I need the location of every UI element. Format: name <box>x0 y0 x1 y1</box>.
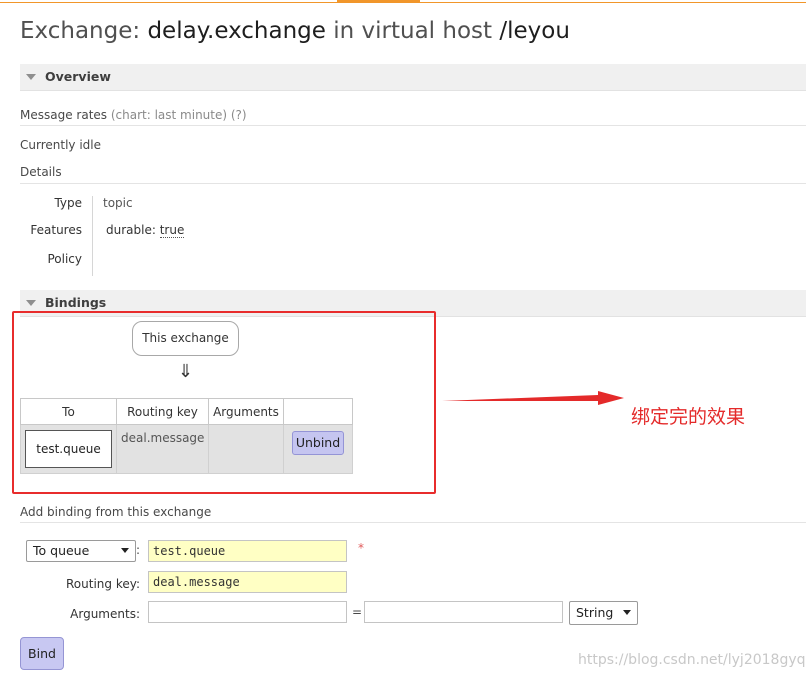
overview-section-title: Overview <box>45 69 111 84</box>
durable-value: true <box>159 223 185 238</box>
red-arrow-icon <box>442 391 624 405</box>
arguments-label: Arguments: <box>70 607 140 621</box>
argument-type-value: String <box>576 605 614 620</box>
type-value: topic <box>103 196 133 210</box>
active-tab-indicator <box>337 0 420 3</box>
highlight-box <box>12 311 436 494</box>
routing-key-input[interactable]: deal.message <box>148 571 347 593</box>
collapse-triangle-icon <box>26 300 36 306</box>
features-value: durable: true <box>106 223 185 238</box>
page-title: Exchange: delay.exchange in virtual host… <box>20 18 570 44</box>
argument-key-input[interactable] <box>148 601 347 623</box>
argument-value-input[interactable] <box>364 601 563 623</box>
add-binding-title-row: Add binding from this exchange <box>20 501 806 523</box>
argument-type-select[interactable]: String <box>569 601 638 625</box>
destination-input[interactable]: test.queue <box>148 540 347 562</box>
dropdown-caret-icon <box>623 610 631 615</box>
message-rates-label: Message rates (chart: last minute) (?) <box>20 108 247 122</box>
idle-status-text: Currently idle <box>20 138 101 152</box>
title-middle: in virtual host <box>325 18 500 44</box>
title-prefix: Exchange: <box>20 18 148 44</box>
annotation-note: 绑定完的效果 <box>631 406 746 428</box>
destination-type-select[interactable]: To queue <box>26 540 136 562</box>
watermark-text: https://blog.csdn.net/lyj2018gyq <box>578 652 806 668</box>
dropdown-caret-icon <box>121 548 129 553</box>
top-accent-bar <box>0 0 806 3</box>
exchange-name: delay.exchange <box>147 18 326 44</box>
details-separator <box>92 196 93 276</box>
routing-key-label: Routing key: <box>66 577 140 591</box>
add-binding-title: Add binding from this exchange <box>20 505 212 519</box>
destination-colon: : <box>136 543 141 557</box>
details-row: Details <box>20 161 806 184</box>
required-marker: * <box>358 541 364 555</box>
message-rates-row: Message rates (chart: last minute) (?) <box>20 104 806 126</box>
bind-button[interactable]: Bind <box>20 637 64 670</box>
message-rates-chart-link[interactable]: (chart: last minute) (?) <box>107 108 247 122</box>
details-label: Details <box>20 165 62 179</box>
overview-section-header[interactable]: Overview <box>20 64 806 91</box>
equals-sign: = <box>352 605 363 619</box>
collapse-triangle-icon <box>26 74 36 80</box>
type-label: Type <box>54 196 82 210</box>
destination-type-value: To queue <box>33 543 90 558</box>
policy-label: Policy <box>47 252 82 266</box>
features-label: Features <box>30 223 82 237</box>
bindings-section-title: Bindings <box>45 295 107 310</box>
vhost-name: /leyou <box>499 18 570 44</box>
